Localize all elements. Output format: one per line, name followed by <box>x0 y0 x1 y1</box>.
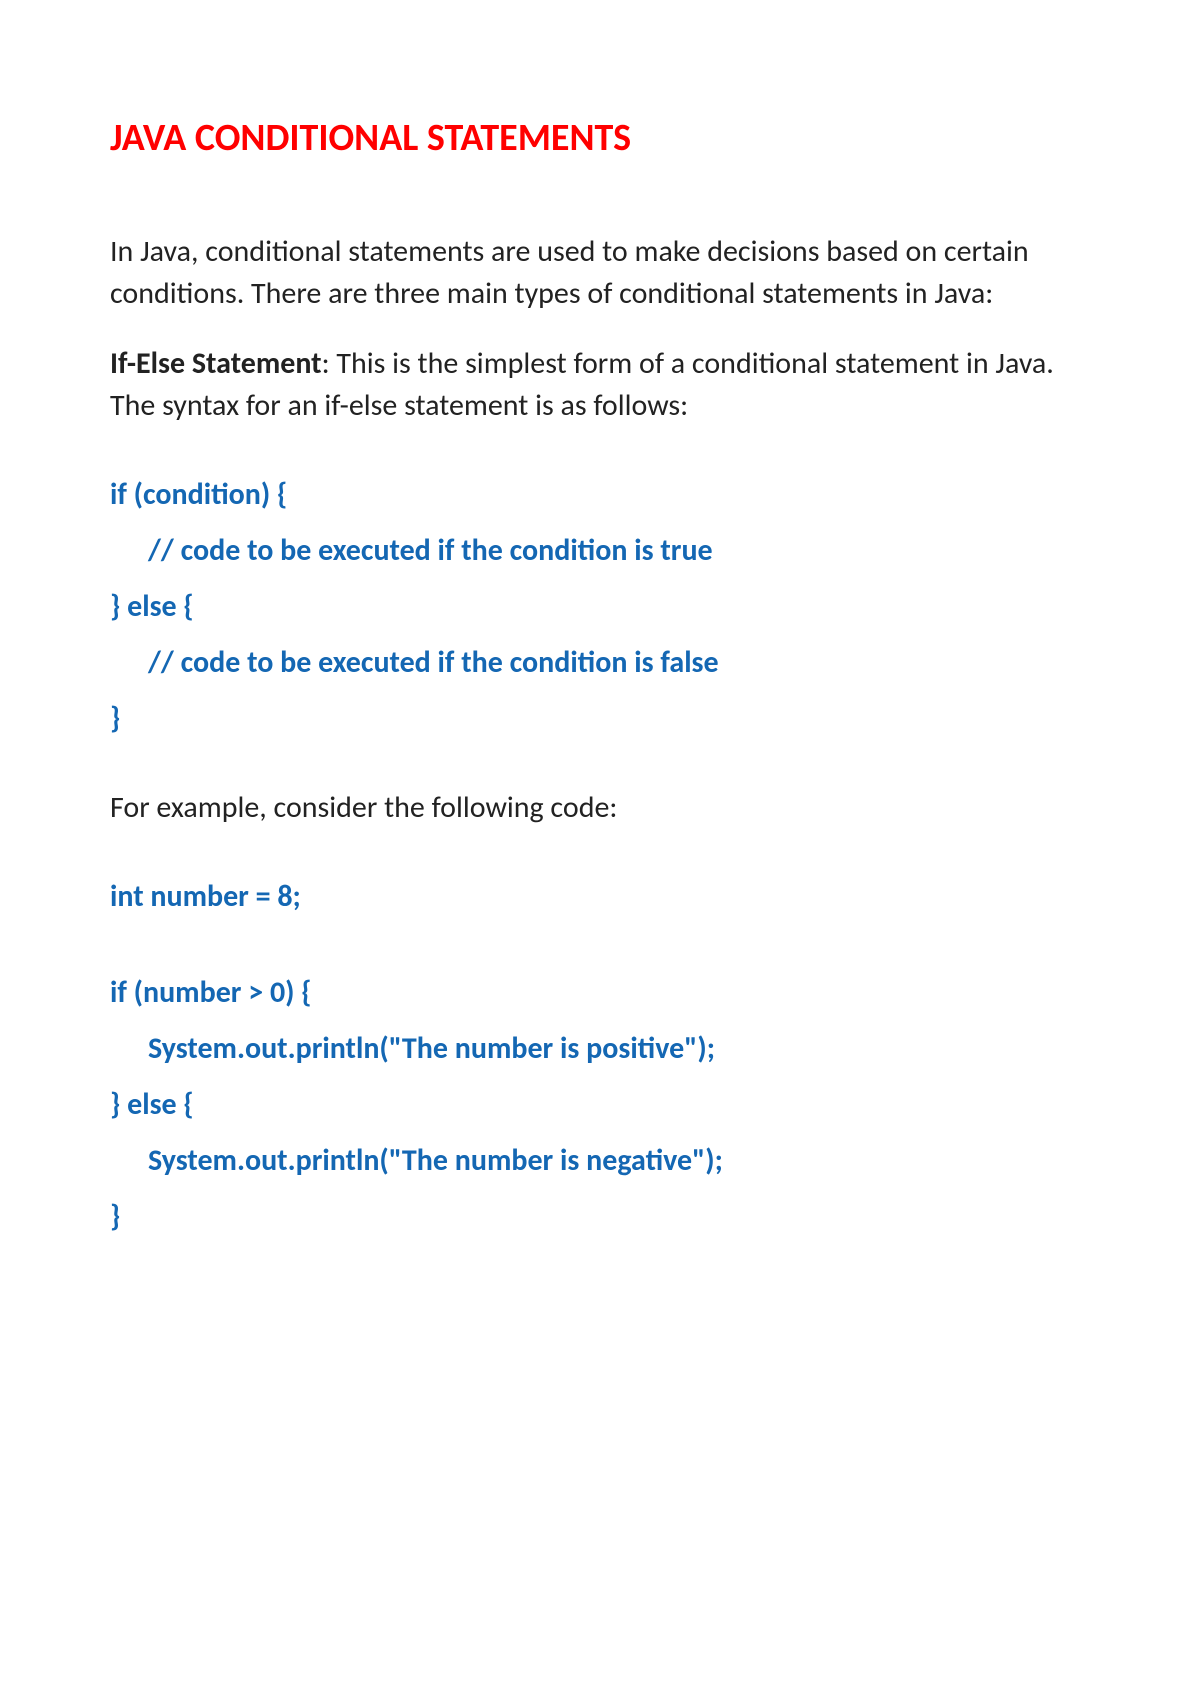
example-code-block: int number = 8; if (number > 0) { System… <box>110 873 1090 1241</box>
code-line: // code to be executed if the condition … <box>110 639 1090 687</box>
code-line: } <box>110 695 1090 743</box>
transition-paragraph: For example, consider the following code… <box>110 787 1090 829</box>
code-line: if (condition) { <box>110 471 1090 519</box>
code-line: System.out.println("The number is positi… <box>110 1025 1090 1073</box>
code-line: int number = 8; <box>110 873 1090 921</box>
code-line: } <box>110 1193 1090 1241</box>
intro-paragraph: In Java, conditional statements are used… <box>110 231 1090 315</box>
syntax-code-block: if (condition) { // code to be executed … <box>110 471 1090 743</box>
code-line: if (number > 0) { <box>110 969 1090 1017</box>
code-line: // code to be executed if the condition … <box>110 527 1090 575</box>
ifelse-paragraph: If-Else Statement: This is the simplest … <box>110 343 1090 427</box>
code-line: } else { <box>110 583 1090 631</box>
ifelse-label: If-Else Statement <box>110 345 322 382</box>
spacer <box>110 929 1090 969</box>
code-line: System.out.println("The number is negati… <box>110 1137 1090 1185</box>
page-title: JAVA CONDITIONAL STATEMENTS <box>110 115 1090 161</box>
code-line: } else { <box>110 1081 1090 1129</box>
